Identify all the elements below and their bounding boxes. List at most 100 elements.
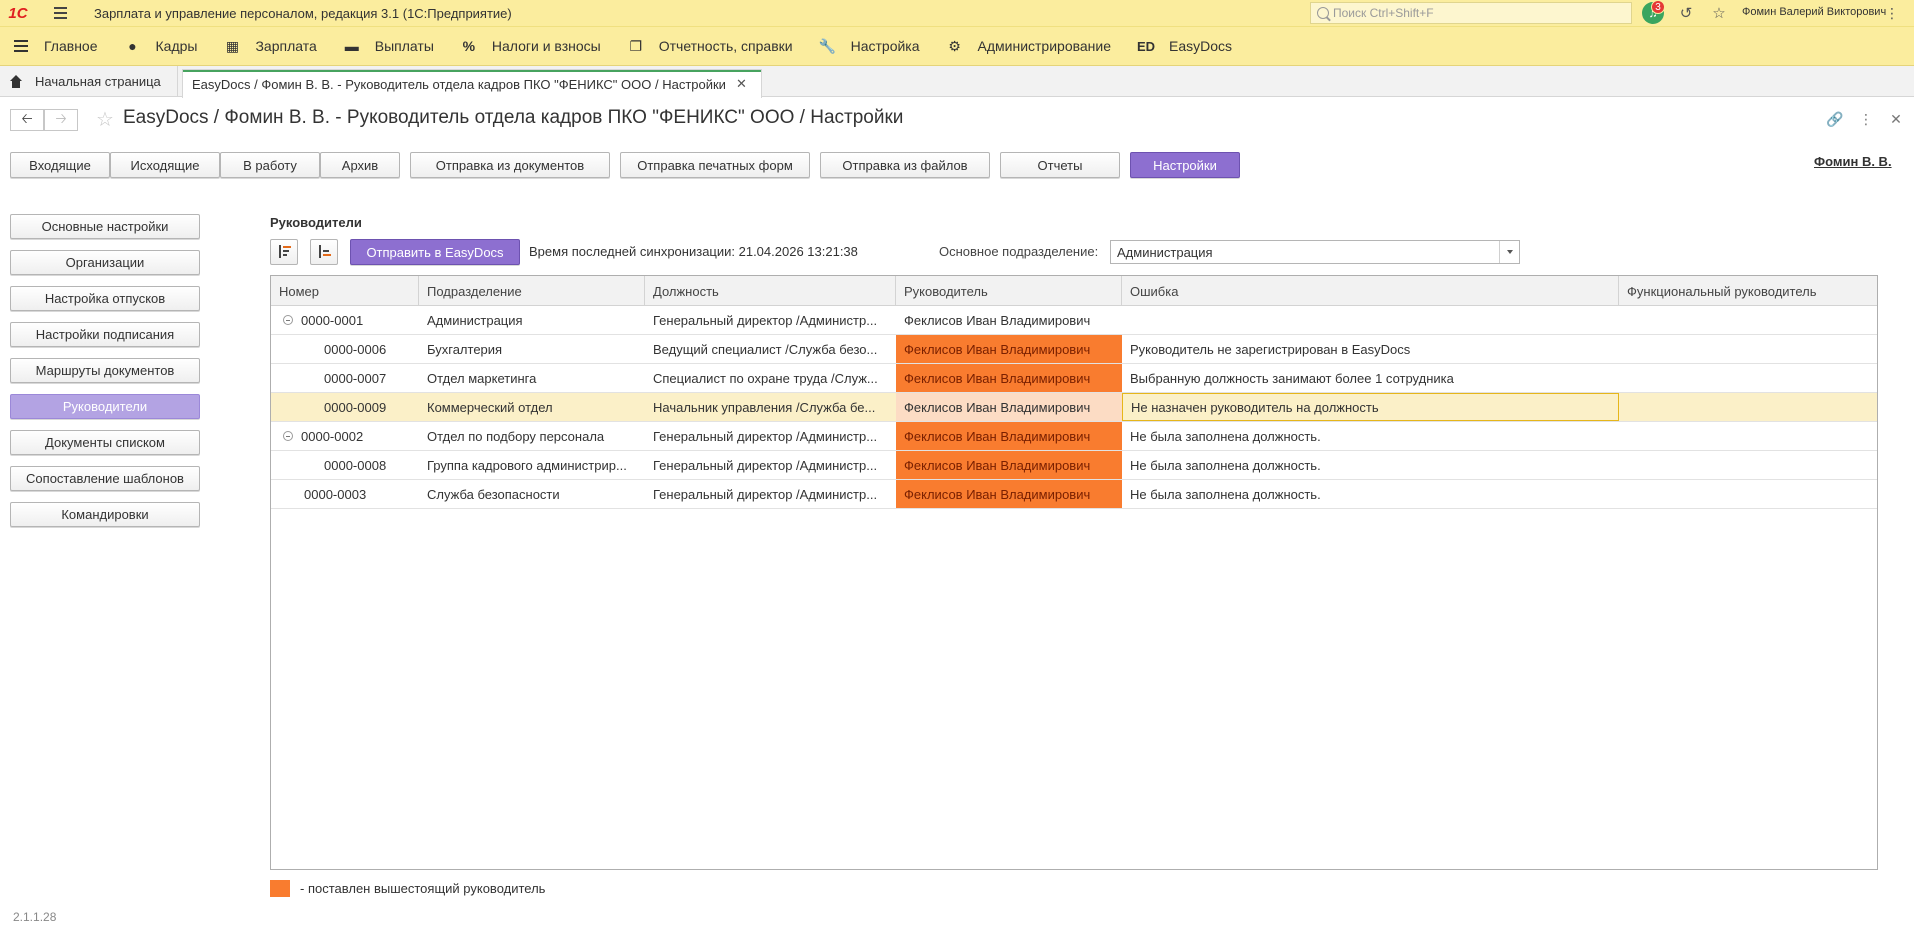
- cell-number: 0000-0008: [324, 457, 387, 473]
- section-label: Администрирование: [977, 38, 1112, 54]
- cell-error: Не была заполнена должность.: [1130, 486, 1321, 502]
- send-to-easydocs-button[interactable]: Отправить в EasyDocs: [350, 239, 520, 265]
- nav-managers[interactable]: Руководители: [10, 394, 200, 419]
- cell-department: Отдел маркетинга: [427, 370, 537, 386]
- cell-number: 0000-0002: [271, 422, 419, 450]
- collapse-all-button[interactable]: [310, 239, 338, 265]
- cell-error-focused[interactable]: Не назначен руководитель на должность: [1122, 393, 1619, 421]
- app-logo: 1С: [8, 4, 28, 22]
- col-position[interactable]: Должность: [645, 276, 896, 306]
- nav-template-mapping[interactable]: Сопоставление шаблонов: [10, 466, 200, 491]
- cell-number-text: 0000-0001: [301, 312, 364, 328]
- expand-all-button[interactable]: [270, 239, 298, 265]
- collapse-node-icon[interactable]: [283, 431, 293, 441]
- section-admin[interactable]: ⚙ Администрирование: [930, 26, 1122, 66]
- current-user[interactable]: Фомин Валерий Викторович: [1742, 6, 1886, 18]
- table-row[interactable]: 0000-0003 Служба безопасности Генеральны…: [271, 480, 1877, 509]
- cell-position: Генеральный директор /Администр...: [653, 312, 878, 328]
- history-icon[interactable]: ↺: [1676, 3, 1696, 23]
- nav-basic-settings[interactable]: Основные настройки: [10, 214, 200, 239]
- outbox-button[interactable]: Исходящие: [110, 152, 220, 178]
- search-input[interactable]: Поиск Ctrl+Shift+F: [1310, 2, 1632, 24]
- section-label: Налоги и взносы: [491, 38, 601, 54]
- cell-position: Генеральный директор /Администр...: [653, 428, 878, 444]
- nav-document-routes[interactable]: Маршруты документов: [10, 358, 200, 383]
- section-label: Кадры: [155, 38, 198, 54]
- search-icon: [1317, 7, 1329, 19]
- col-functional-manager[interactable]: Функциональный руководитель: [1619, 276, 1877, 306]
- close-icon[interactable]: ✕: [736, 76, 747, 92]
- tab-easydocs-settings[interactable]: EasyDocs / Фомин В. В. - Руководитель от…: [182, 69, 762, 98]
- managers-table[interactable]: Номер Подразделение Должность Руководите…: [270, 275, 1878, 870]
- cell-manager: Феклисов Иван Владимирович: [896, 393, 1122, 421]
- table-row[interactable]: 0000-0002 Отдел по подбору персонала Ген…: [271, 422, 1877, 451]
- inbox-button[interactable]: Входящие: [10, 152, 110, 178]
- cell-error: Не была заполнена должность.: [1130, 457, 1321, 473]
- tree-expand-icon: [277, 245, 291, 259]
- section-salary[interactable]: ▦ Зарплата: [207, 26, 326, 66]
- nav-organizations[interactable]: Организации: [10, 250, 200, 275]
- col-department[interactable]: Подразделение: [419, 276, 645, 306]
- send-print-forms-button[interactable]: Отправка печатных форм: [620, 152, 810, 178]
- section-label: Отчетность, справки: [658, 38, 793, 54]
- main-dept-value: Администрация: [1117, 244, 1213, 260]
- table-row[interactable]: 0000-0007 Отдел маркетинга Специалист по…: [271, 364, 1877, 393]
- cell-department: Группа кадрового администрир...: [427, 457, 627, 473]
- send-from-documents-button[interactable]: Отправка из документов: [410, 152, 610, 178]
- col-error[interactable]: Ошибка: [1122, 276, 1619, 306]
- calculator-icon: ▦: [225, 37, 240, 54]
- main-dept-select[interactable]: Администрация: [1110, 240, 1520, 264]
- notification-count-badge: 3: [1651, 0, 1665, 14]
- table-row[interactable]: 0000-0008 Группа кадрового администрир..…: [271, 451, 1877, 480]
- version-label: 2.1.1.28: [13, 910, 57, 924]
- nav-vacation-settings[interactable]: Настройка отпусков: [10, 286, 200, 311]
- nav-documents-list[interactable]: Документы списком: [10, 430, 200, 455]
- window-menu-icon[interactable]: ⋮: [1882, 3, 1902, 23]
- nav-business-trips[interactable]: Командировки: [10, 502, 200, 527]
- home-icon: [9, 74, 23, 89]
- section-settings[interactable]: 🔧 Настройка: [803, 26, 930, 66]
- gear-icon: ⚙: [948, 37, 961, 54]
- favorites-star-icon[interactable]: ☆: [1709, 3, 1729, 23]
- reports-button[interactable]: Отчеты: [1000, 152, 1120, 178]
- tab-home[interactable]: Начальная страница: [0, 66, 178, 97]
- people-icon: ●: [128, 38, 137, 54]
- main-menu-icon[interactable]: [48, 0, 72, 26]
- section-label: Выплаты: [374, 38, 434, 54]
- cell-department: Отдел по подбору персонала: [427, 428, 605, 444]
- cell-manager: Феклисов Иван Владимирович: [896, 422, 1122, 450]
- app-title: Зарплата и управление персоналом, редакц…: [94, 5, 512, 21]
- forward-arrow-icon[interactable]: 🡢: [44, 109, 78, 131]
- user-link[interactable]: Фомин В. В.: [1814, 154, 1892, 169]
- chevron-down-icon[interactable]: [1499, 241, 1519, 263]
- section-personnel[interactable]: ● Кадры: [108, 26, 208, 66]
- back-arrow-icon[interactable]: 🡠: [10, 109, 44, 131]
- more-actions-icon[interactable]: ⋮: [1856, 109, 1876, 129]
- legend-text: - поставлен вышестоящий руководитель: [300, 881, 546, 896]
- cell-number: 0000-0006: [324, 341, 387, 357]
- nav-signing-settings[interactable]: Настройки подписания: [10, 322, 200, 347]
- section-taxes[interactable]: % Налоги и взносы: [444, 26, 611, 66]
- history-nav: 🡠 🡢: [10, 109, 78, 131]
- send-from-files-button[interactable]: Отправка из файлов: [820, 152, 990, 178]
- section-easydocs[interactable]: ED EasyDocs: [1121, 26, 1242, 66]
- collapse-node-icon[interactable]: [283, 315, 293, 325]
- col-manager[interactable]: Руководитель: [896, 276, 1122, 306]
- section-main[interactable]: Главное: [0, 26, 108, 66]
- in-work-button[interactable]: В работу: [220, 152, 320, 178]
- cell-number: 0000-0007: [324, 370, 387, 386]
- link-icon[interactable]: 🔗: [1825, 109, 1845, 129]
- section-reports[interactable]: ❐ Отчетность, справки: [611, 26, 803, 66]
- cell-manager: Феклисов Иван Владимирович: [896, 364, 1122, 392]
- table-row[interactable]: 0000-0006 Бухгалтерия Ведущий специалист…: [271, 335, 1877, 364]
- favorite-star-icon[interactable]: ☆: [96, 107, 114, 132]
- section-payments[interactable]: ▬ Выплаты: [327, 26, 444, 66]
- close-form-icon[interactable]: ✕: [1886, 109, 1906, 129]
- wallet-icon: ▬: [344, 38, 359, 54]
- col-number[interactable]: Номер: [271, 276, 419, 306]
- table-row-selected[interactable]: 0000-0009 Коммерческий отдел Начальник у…: [271, 393, 1877, 422]
- legend-swatch: [270, 880, 290, 897]
- table-row[interactable]: 0000-0001 Администрация Генеральный дире…: [271, 306, 1877, 335]
- settings-button[interactable]: Настройки: [1130, 152, 1240, 178]
- archive-button[interactable]: Архив: [320, 152, 400, 178]
